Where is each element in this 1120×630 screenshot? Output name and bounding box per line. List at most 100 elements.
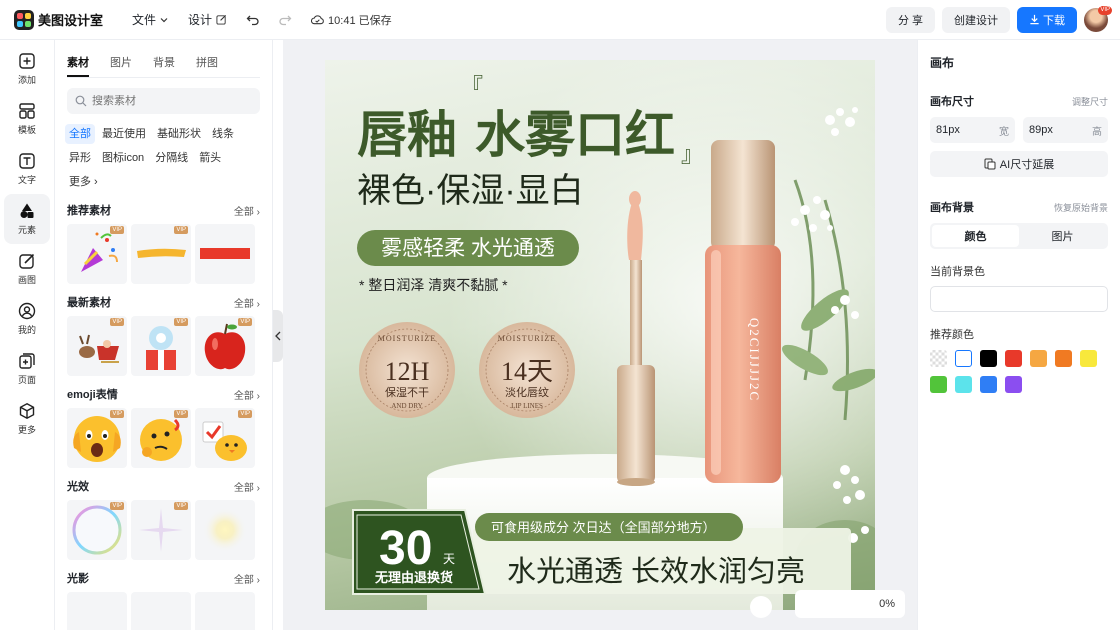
quote-close-mark: 』: [681, 142, 703, 167]
asset-scared-emoji[interactable]: VIP: [67, 408, 127, 468]
asset-chick-emoji[interactable]: VIP: [195, 408, 255, 468]
rail-item-more[interactable]: 更多: [0, 394, 54, 444]
create-design-button[interactable]: 创建设计: [942, 6, 1010, 33]
asset-red-brush[interactable]: [195, 224, 255, 284]
chip-arrows[interactable]: 箭头: [195, 148, 225, 168]
chip-more[interactable]: 更多 ›: [65, 172, 102, 192]
tab-materials[interactable]: 素材: [67, 54, 89, 77]
asset-glow-dot[interactable]: [195, 500, 255, 560]
chip-icons[interactable]: 图标icon: [98, 148, 148, 168]
chip-basic-shapes[interactable]: 基础形状: [153, 124, 205, 144]
category-chips: 全部 最近使用 基础形状 线条 异形 图标icon 分隔线 箭头 更多 ›: [55, 114, 272, 192]
swatch-orange[interactable]: [1055, 350, 1072, 367]
draw-icon: [19, 253, 35, 269]
redo-icon: [279, 15, 292, 25]
swatch-white[interactable]: [955, 350, 972, 367]
help-button[interactable]: [750, 596, 772, 618]
chip-all[interactable]: 全部: [65, 124, 95, 144]
section-title: 最新素材: [67, 297, 111, 309]
section-all-link[interactable]: 全部 ›: [234, 479, 260, 494]
bottom-banner-big: 水光通透 长效水润匀亮: [507, 555, 805, 588]
zoom-control[interactable]: 0%: [795, 590, 905, 618]
chip-lines[interactable]: 线条: [208, 124, 238, 144]
swatch-red[interactable]: [1005, 350, 1022, 367]
swatch-purple[interactable]: [1005, 376, 1022, 393]
asset-yellow-brush[interactable]: VIP: [131, 224, 191, 284]
rail-item-text[interactable]: 文字: [0, 144, 54, 194]
collapse-panel-button[interactable]: [273, 310, 283, 362]
section-all-link[interactable]: 全部 ›: [234, 295, 260, 310]
canvas-bg-label: 画布背景: [930, 202, 974, 214]
current-bg-swatch[interactable]: [930, 286, 1108, 312]
redo-button[interactable]: [273, 8, 297, 32]
tagline: * 整日润泽 清爽不黏腻 *: [359, 277, 508, 293]
chip-irregular[interactable]: 异形: [65, 148, 95, 168]
search-input[interactable]: [92, 95, 252, 107]
width-field[interactable]: 81px 宽: [930, 117, 1015, 143]
swatch-transparent[interactable]: [930, 350, 947, 367]
user-icon: [18, 302, 36, 320]
save-status-text: 10:41 已保存: [328, 14, 392, 27]
share-button[interactable]: 分 享: [885, 6, 935, 33]
asset-rainbow-bubble[interactable]: VIP: [67, 500, 127, 560]
rail-item-template[interactable]: 模板: [0, 94, 54, 144]
swatch-cyan[interactable]: [955, 376, 972, 393]
swatch-yellow[interactable]: [1080, 350, 1097, 367]
asset-placeholder[interactable]: [195, 592, 255, 630]
swatch-blue[interactable]: [980, 376, 997, 393]
tube-brand-text: Q2CIJJJJ2C: [747, 318, 762, 402]
download-button[interactable]: 下载: [1017, 6, 1077, 33]
app-name: 美图设计室: [38, 13, 104, 28]
height-field[interactable]: 89px 高: [1023, 117, 1108, 143]
asset-reindeer-sleigh[interactable]: VIP: [67, 316, 127, 376]
rail-item-page[interactable]: 页面: [0, 344, 54, 394]
seg-color[interactable]: 颜色: [932, 225, 1019, 247]
rail-item-elements[interactable]: 元素: [4, 194, 50, 244]
swatch-black[interactable]: [980, 350, 997, 367]
rail-item-draw[interactable]: 画图: [0, 244, 54, 294]
asset-placeholder[interactable]: [131, 592, 191, 630]
tab-backgrounds[interactable]: 背景: [153, 54, 175, 77]
asset-red-apple[interactable]: VIP: [195, 316, 255, 376]
user-avatar[interactable]: VIP: [1084, 5, 1112, 32]
chip-recent[interactable]: 最近使用: [98, 124, 150, 144]
height-unit: 高: [1092, 126, 1102, 138]
poster-artwork: Q2CIJJJJ2C 唇釉 『 水雾口红 』 裸色·保湿·显白 雾感轻柔 水光通…: [325, 60, 875, 610]
swatch-green[interactable]: [930, 376, 947, 393]
file-menu[interactable]: 文件: [126, 7, 174, 32]
asset-sparkle-star[interactable]: VIP: [131, 500, 191, 560]
restore-bg-link[interactable]: 恢复原始背景: [1054, 201, 1108, 214]
adjust-size-link[interactable]: 调整尺寸: [1072, 95, 1108, 108]
ai-extend-label: AI尺寸延展: [999, 159, 1055, 171]
rail-label: 添加: [17, 75, 36, 85]
section-all-link[interactable]: 全部 ›: [234, 571, 260, 586]
design-canvas[interactable]: Q2CIJJJJ2C 唇釉 『 水雾口红 』 裸色·保湿·显白 雾感轻柔 水光通…: [325, 60, 875, 610]
headline-a: 唇釉: [357, 107, 457, 163]
cube-icon: [19, 403, 35, 419]
chip-dividers[interactable]: 分隔线: [151, 148, 192, 168]
swatch-light-orange[interactable]: [1030, 350, 1047, 367]
undo-button[interactable]: [241, 8, 265, 32]
vip-tag: VIP: [174, 502, 188, 510]
section-all-link[interactable]: 全部 ›: [234, 203, 260, 218]
top-bar: 美图设计室 文件 设计 10:41 已保存 分 享 创建设计 下载 VIP: [0, 0, 1120, 40]
rail-item-mine[interactable]: 我的: [0, 294, 54, 344]
app-logo[interactable]: 美图设计室: [14, 9, 114, 30]
asset-placeholder[interactable]: [67, 592, 127, 630]
seg-image[interactable]: 图片: [1019, 225, 1106, 247]
search-box[interactable]: [67, 88, 260, 114]
asset-thinking-emoji[interactable]: VIP: [131, 408, 191, 468]
tab-collage[interactable]: 拼图: [196, 54, 218, 77]
asset-party-popper[interactable]: VIP: [67, 224, 127, 284]
lipstick-tube: Q2CIJJJJ2C: [705, 140, 781, 483]
tab-images[interactable]: 图片: [110, 54, 132, 77]
design-menu[interactable]: 设计: [182, 7, 233, 32]
section-all-link[interactable]: 全部 ›: [234, 387, 260, 402]
vip-tag: VIP: [174, 226, 188, 234]
asset-christmas-gift[interactable]: VIP: [131, 316, 191, 376]
canvas-stage: Q2CIJJJJ2C 唇釉 『 水雾口红 』 裸色·保湿·显白 雾感轻柔 水光通…: [283, 40, 917, 630]
badge-14days: MOISTURIZE 14天 淡化唇纹 LIP LINES: [479, 322, 575, 418]
ai-extend-button[interactable]: AI尺寸延展: [930, 151, 1108, 177]
rail-item-add[interactable]: 添加: [0, 44, 54, 94]
red-brush-stroke-icon: [200, 248, 250, 259]
